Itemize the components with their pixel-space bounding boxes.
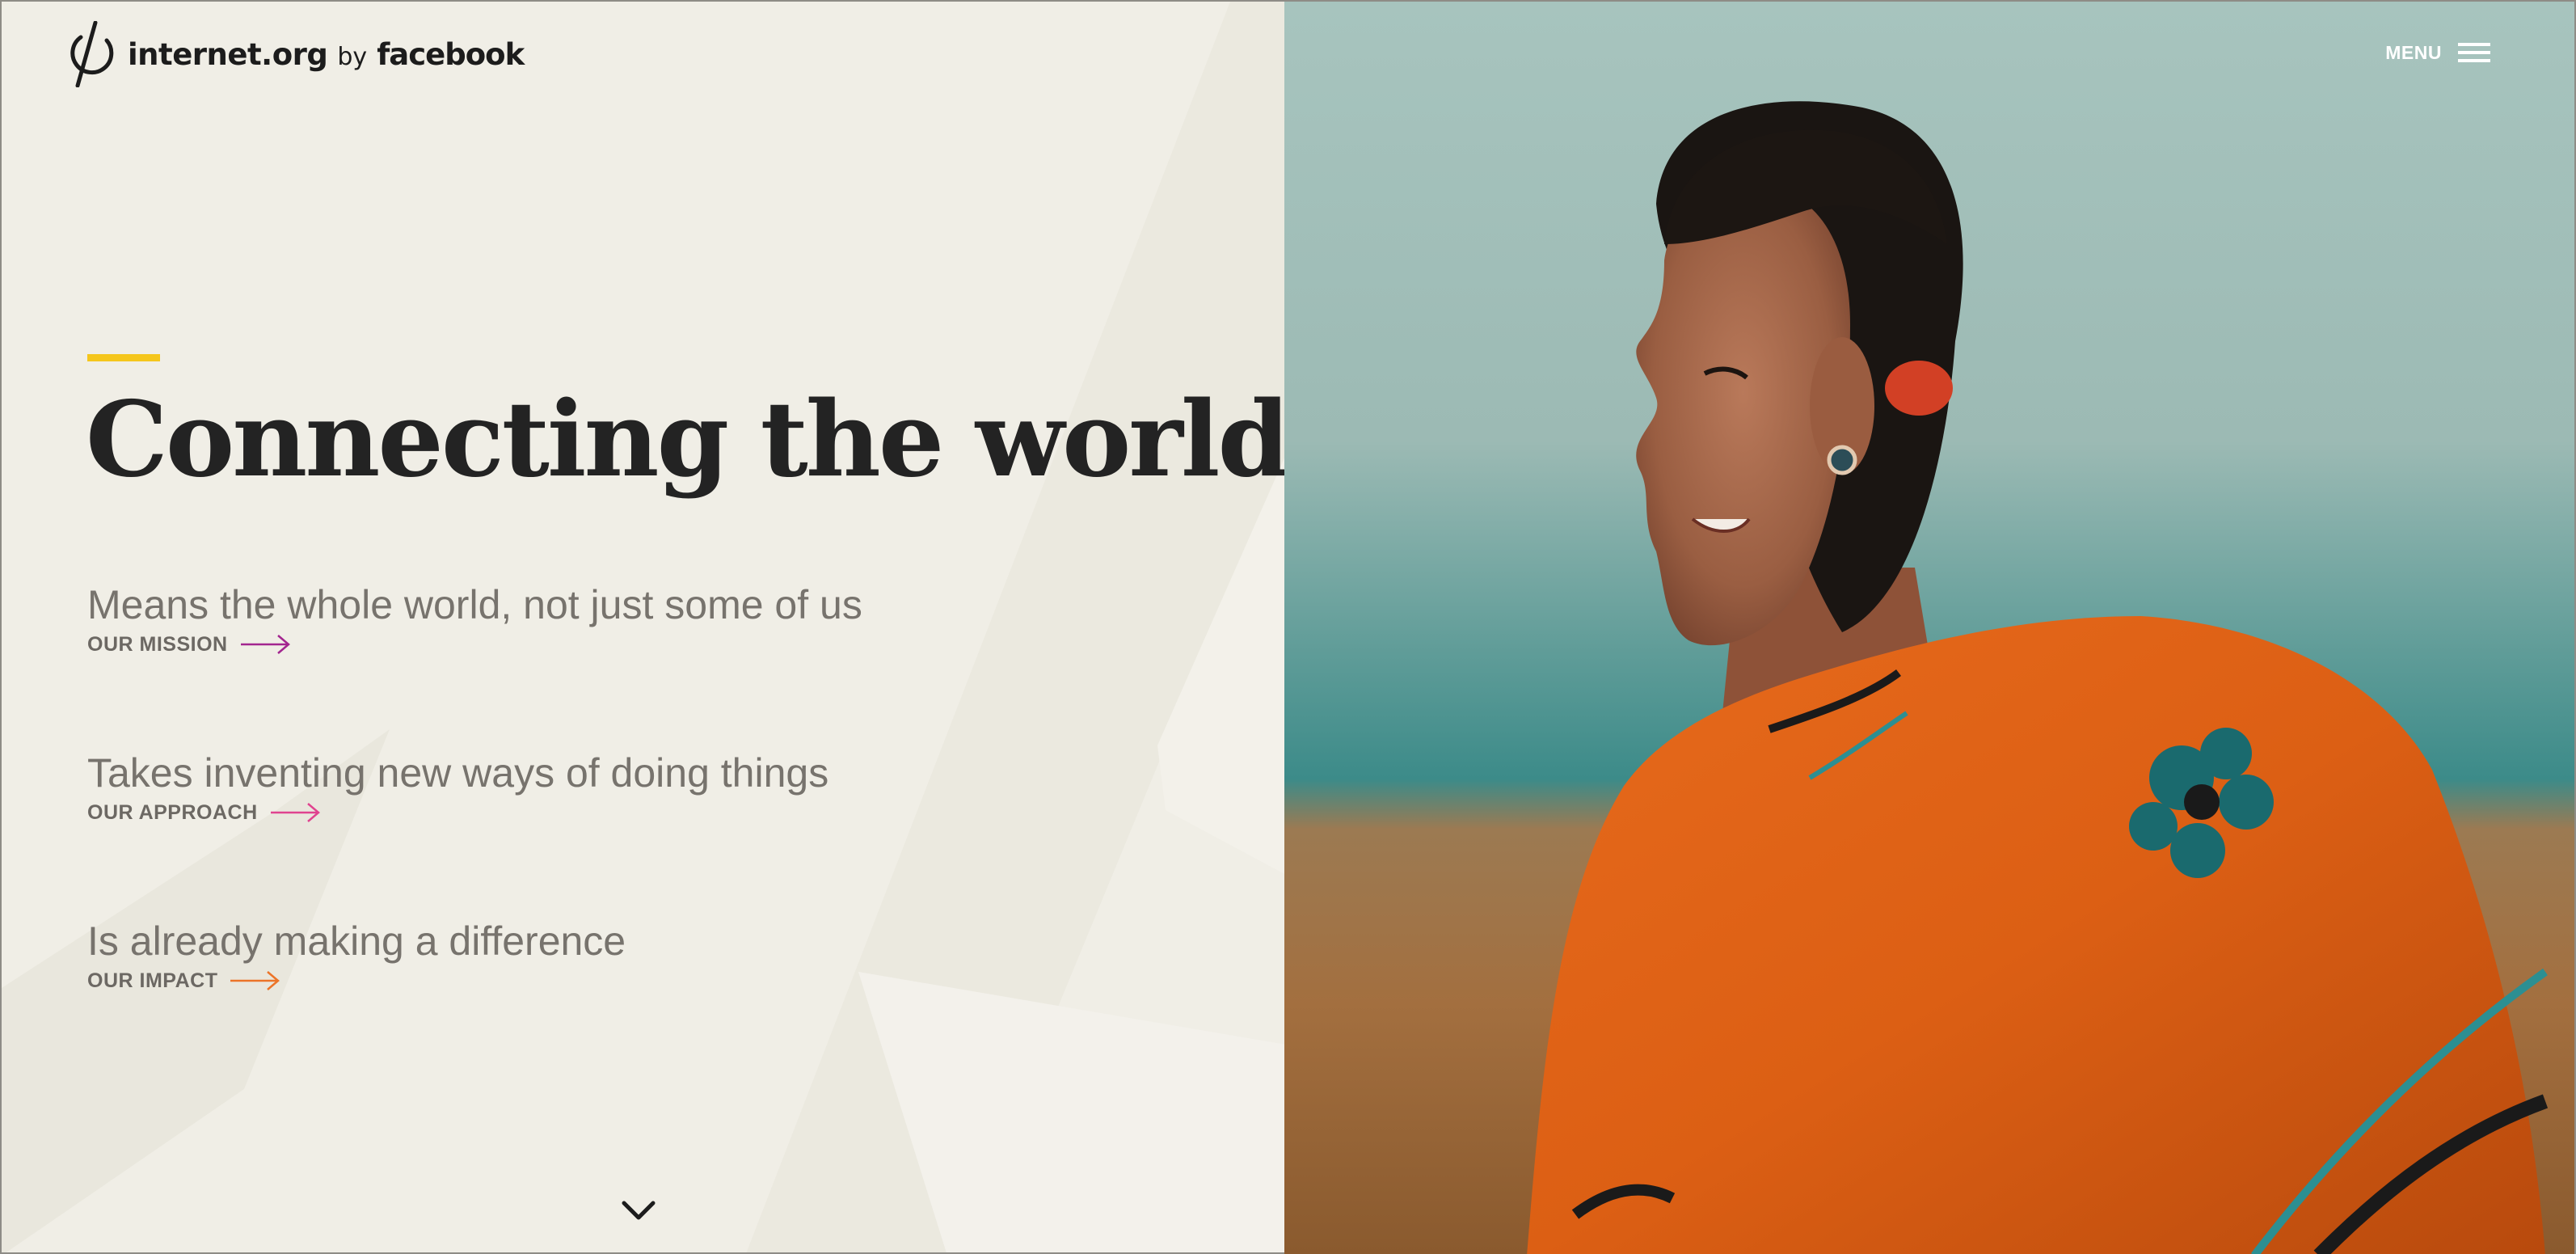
hamburger-icon [2458,43,2490,62]
menu-label: MENU [2385,41,2442,63]
site-logo[interactable]: internet.org by facebook [66,18,525,91]
chevron-down-icon[interactable] [621,1198,656,1222]
our-impact-label: OUR IMPACT [87,969,218,992]
hero-photo-panel: MENU [1284,0,2576,1254]
logo-name: internet.org [128,36,328,72]
mission-text: Means the whole world, not just some of … [87,582,862,627]
logo-brand: facebook [377,36,525,72]
our-mission-label: OUR MISSION [87,632,228,656]
menu-button[interactable]: MENU [2385,40,2490,65]
our-impact-link[interactable]: OUR IMPACT [87,969,626,993]
our-approach-label: OUR APPROACH [87,800,258,824]
internet-org-logo-icon [70,21,114,87]
approach-item: Takes inventing new ways of doing things… [87,749,828,825]
approach-text: Takes inventing new ways of doing things [87,750,829,796]
arrow-right-icon [230,971,280,990]
our-mission-link[interactable]: OUR MISSION [87,632,862,657]
arrow-right-icon [270,803,320,822]
our-approach-link[interactable]: OUR APPROACH [87,800,828,825]
logo-by: by [337,42,368,71]
page-title: Connecting the world [86,379,1284,500]
impact-text: Is already making a difference [87,918,626,964]
woman-in-orange-shawl-image [1284,2,2574,1254]
mission-item: Means the whole world, not just some of … [87,581,862,657]
arrow-right-icon [240,635,290,654]
left-panel: internet.org by facebook Connecting the … [0,0,1284,1254]
impact-item: Is already making a difference OUR IMPAC… [87,917,626,993]
headline-accent-bar [87,354,160,361]
